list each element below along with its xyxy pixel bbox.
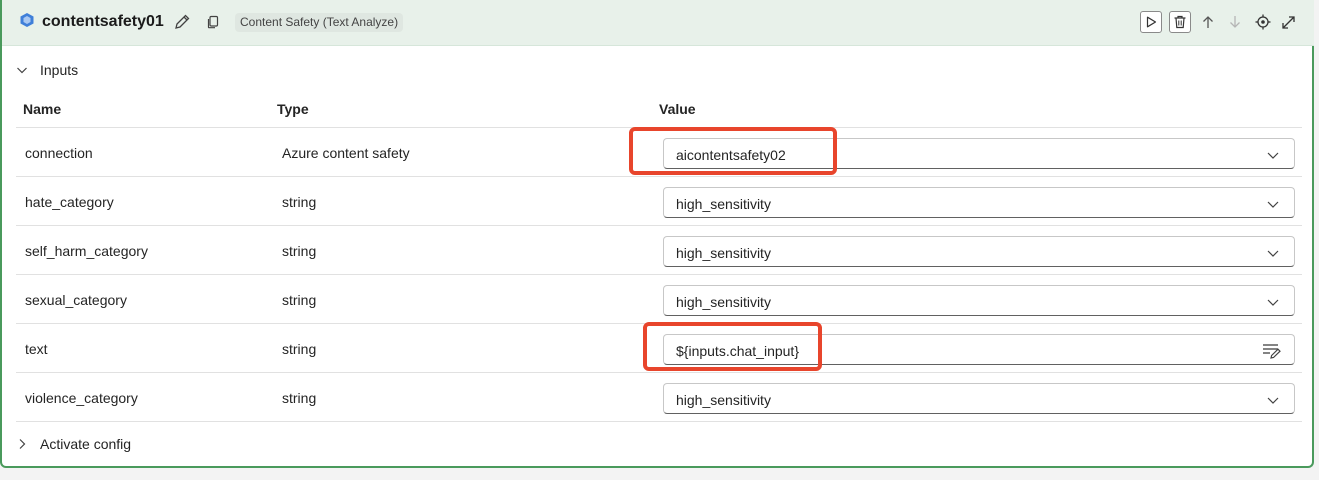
connection-dropdown[interactable]: aicontentsafety02 xyxy=(663,138,1295,169)
input-name: sexual_category xyxy=(25,292,127,308)
column-header-name: Name xyxy=(23,101,62,117)
arrow-down-icon xyxy=(1230,16,1240,28)
copy-icon xyxy=(207,15,219,29)
locate-button[interactable] xyxy=(1253,12,1273,32)
activate-config-label: Activate config xyxy=(40,436,132,452)
dropdown-value: high_sensitivity xyxy=(676,294,771,310)
chevron-down-icon xyxy=(17,67,27,74)
chevron-down-icon xyxy=(1267,397,1279,404)
chevron-down-icon xyxy=(1267,250,1279,257)
self-harm-category-dropdown[interactable]: high_sensitivity xyxy=(663,236,1295,267)
input-name: hate_category xyxy=(25,194,114,210)
trash-icon xyxy=(1174,15,1186,29)
pencil-icon xyxy=(175,14,190,29)
inputs-section-label: Inputs xyxy=(40,62,79,78)
node-title: contentsafety01 xyxy=(42,13,164,30)
input-type: string xyxy=(282,341,317,357)
input-name: connection xyxy=(25,145,93,161)
node-card: contentsafety01 Content Safety (Text Ana… xyxy=(0,0,1314,468)
input-row-connection: connection Azure content safety aiconten… xyxy=(16,127,1302,176)
column-header-value: Value xyxy=(659,101,696,117)
dropdown-value: high_sensitivity xyxy=(676,392,771,408)
input-row-self-harm-category: self_harm_category string high_sensitivi… xyxy=(16,225,1302,274)
node-type-icon xyxy=(20,13,34,27)
activate-config-toggle[interactable]: Activate config xyxy=(16,434,131,454)
chevron-right-icon xyxy=(19,439,26,449)
dropdown-value: aicontentsafety02 xyxy=(676,147,786,163)
input-row-violence-category: violence_category string high_sensitivit… xyxy=(16,372,1302,421)
text-edit-icon[interactable] xyxy=(1262,342,1282,360)
input-type: string xyxy=(282,243,317,259)
input-row-sexual-category: sexual_category string high_sensitivity xyxy=(16,274,1302,323)
input-type: string xyxy=(282,194,317,210)
violence-category-dropdown[interactable]: high_sensitivity xyxy=(663,383,1295,414)
table-bottom-divider xyxy=(16,421,1302,422)
locate-icon xyxy=(1255,14,1271,30)
input-name: self_harm_category xyxy=(25,243,148,259)
text-input-field[interactable]: ${inputs.chat_input} xyxy=(663,334,1295,365)
dropdown-value: high_sensitivity xyxy=(676,245,771,261)
chevron-down-icon xyxy=(1267,152,1279,159)
move-down-button[interactable] xyxy=(1225,12,1245,32)
hate-category-dropdown[interactable]: high_sensitivity xyxy=(663,187,1295,218)
column-header-type: Type xyxy=(277,101,309,117)
chevron-down-icon xyxy=(1267,201,1279,208)
delete-button[interactable] xyxy=(1169,11,1191,33)
run-button[interactable] xyxy=(1140,11,1162,33)
rename-button[interactable] xyxy=(172,12,192,32)
chevron-down-icon xyxy=(1267,299,1279,306)
input-type: string xyxy=(282,390,317,406)
input-type: string xyxy=(282,292,317,308)
input-row-text: text string ${inputs.chat_input} xyxy=(16,323,1302,372)
dropdown-value: high_sensitivity xyxy=(676,196,771,212)
expand-button[interactable] xyxy=(1278,12,1298,32)
input-name: violence_category xyxy=(25,390,138,406)
sexual-category-dropdown[interactable]: high_sensitivity xyxy=(663,285,1295,316)
node-header: contentsafety01 Content Safety (Text Ana… xyxy=(2,0,1314,46)
expand-icon xyxy=(1281,15,1295,29)
arrow-up-icon xyxy=(1203,16,1213,28)
tool-type-badge: Content Safety (Text Analyze) xyxy=(235,13,404,32)
input-name: text xyxy=(25,341,48,357)
text-field-value: ${inputs.chat_input} xyxy=(676,343,799,359)
input-row-hate-category: hate_category string high_sensitivity xyxy=(16,176,1302,225)
move-up-button[interactable] xyxy=(1198,12,1218,32)
inputs-section-toggle[interactable]: Inputs xyxy=(16,60,78,80)
copy-button[interactable] xyxy=(204,13,222,31)
input-type: Azure content safety xyxy=(282,145,410,161)
play-icon xyxy=(1146,16,1157,28)
